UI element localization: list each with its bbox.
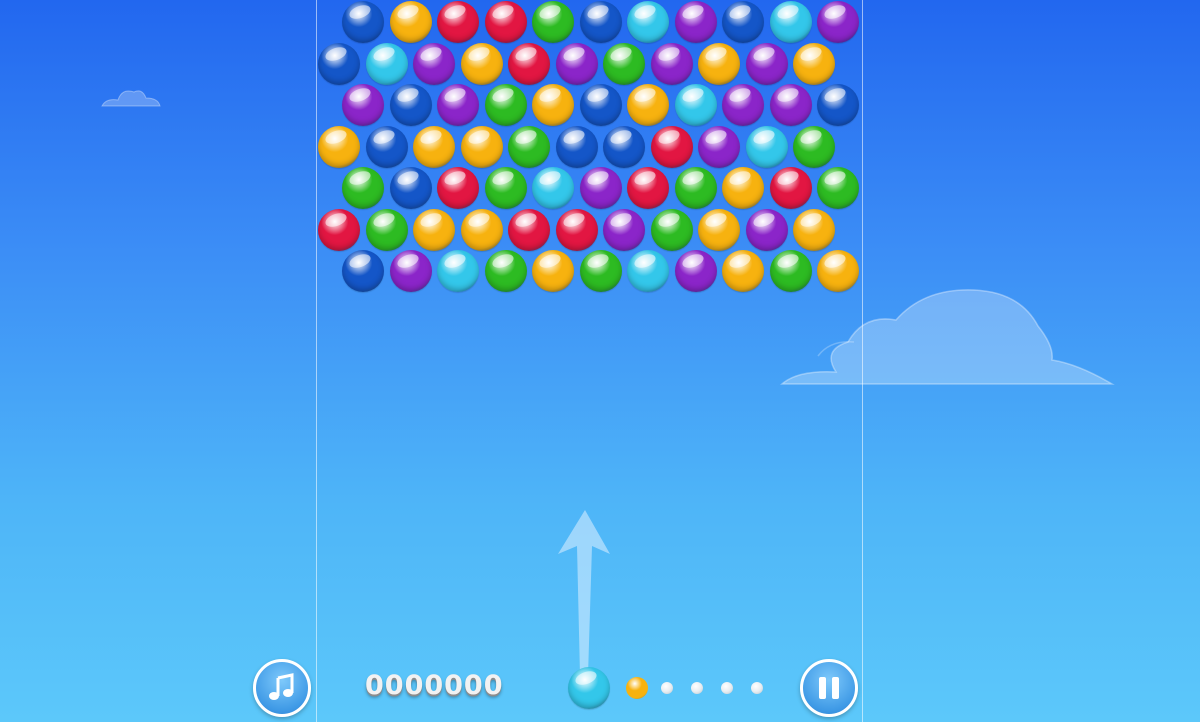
bubble-yellow bbox=[460, 208, 503, 251]
bubble-blue bbox=[555, 125, 598, 168]
bubble-yellow bbox=[389, 1, 432, 43]
bubble-purple bbox=[650, 42, 693, 85]
music-toggle-button[interactable] bbox=[253, 659, 311, 717]
bubble-purple bbox=[389, 250, 432, 292]
bubble-green bbox=[484, 84, 527, 126]
bubble-blue bbox=[722, 1, 764, 43]
bubble-yellow bbox=[318, 125, 360, 168]
playfield-left-border bbox=[316, 0, 317, 722]
bubble-purple bbox=[437, 84, 479, 126]
bubble-purple bbox=[603, 208, 645, 251]
queue-dot bbox=[661, 682, 673, 694]
bubble-red bbox=[508, 208, 550, 251]
bubble-cyan bbox=[627, 1, 669, 43]
bubble-blue bbox=[603, 125, 645, 168]
queue-dot bbox=[691, 682, 703, 694]
bubble-green bbox=[508, 125, 550, 168]
bubble-green bbox=[484, 250, 527, 292]
bubble-green bbox=[532, 1, 574, 43]
aim-arrow-icon bbox=[558, 510, 610, 676]
bubble-red bbox=[650, 125, 693, 168]
bubble-red bbox=[769, 167, 812, 209]
small-cloud bbox=[101, 90, 161, 107]
bubble-cyan bbox=[745, 125, 788, 168]
bubble-green bbox=[484, 167, 527, 209]
bubble-blue bbox=[389, 84, 432, 126]
bubble-blue bbox=[318, 42, 360, 85]
bubble-yellow bbox=[793, 42, 835, 85]
bubble-yellow bbox=[793, 208, 835, 251]
pause-button[interactable] bbox=[800, 659, 858, 717]
bubble-yellow bbox=[722, 250, 764, 292]
shooter-bubble[interactable] bbox=[568, 667, 610, 709]
large-cloud bbox=[780, 289, 1115, 385]
bubble-purple bbox=[769, 84, 812, 126]
bubble-purple bbox=[555, 42, 598, 85]
bubble-blue bbox=[389, 167, 432, 209]
bubble-purple bbox=[745, 208, 788, 251]
bubble-green bbox=[579, 250, 622, 292]
bubble-yellow bbox=[722, 167, 764, 209]
bubble-yellow bbox=[698, 42, 740, 85]
bubble-red bbox=[508, 42, 550, 85]
bubble-yellow bbox=[413, 125, 455, 168]
queue-dot bbox=[751, 682, 763, 694]
bubble-yellow bbox=[413, 208, 455, 251]
bubble-blue bbox=[365, 125, 408, 168]
bubble-purple bbox=[745, 42, 788, 85]
bubble-yellow bbox=[460, 42, 503, 85]
bubble-cyan bbox=[437, 250, 479, 292]
bubble-purple bbox=[674, 250, 717, 292]
bubble-green bbox=[342, 167, 384, 209]
bubble-yellow bbox=[817, 250, 859, 292]
bubble-red bbox=[437, 1, 479, 43]
bubble-yellow bbox=[532, 250, 574, 292]
bubble-red bbox=[627, 167, 669, 209]
bubble-purple bbox=[579, 167, 622, 209]
music-note-icon bbox=[269, 673, 294, 700]
bubble-red bbox=[318, 208, 360, 251]
bubble-red bbox=[437, 167, 479, 209]
bubble-cyan bbox=[769, 1, 812, 43]
bubble-purple bbox=[698, 125, 740, 168]
bubble-red bbox=[555, 208, 598, 251]
next-bubble-yellow bbox=[626, 677, 648, 699]
bubble-yellow bbox=[460, 125, 503, 168]
bubble-purple bbox=[342, 84, 384, 126]
bubble-cyan bbox=[674, 84, 717, 126]
bubble-cyan bbox=[365, 42, 408, 85]
bubble-green bbox=[769, 250, 812, 292]
bubble-purple bbox=[674, 1, 717, 43]
bubble-blue bbox=[579, 84, 622, 126]
bubble-blue bbox=[579, 1, 622, 43]
game-stage[interactable]: 0000000 bbox=[0, 0, 1200, 722]
bubble-blue bbox=[817, 84, 859, 126]
playfield-right-border bbox=[862, 0, 863, 722]
bubble-green bbox=[603, 42, 645, 85]
bubble-purple bbox=[722, 84, 764, 126]
bubble-purple bbox=[413, 42, 455, 85]
pause-icon bbox=[819, 677, 839, 699]
bubble-blue bbox=[342, 1, 384, 43]
bubble-green bbox=[817, 167, 859, 209]
bubble-yellow bbox=[627, 84, 669, 126]
bubble-yellow bbox=[532, 84, 574, 126]
queue-dot bbox=[721, 682, 733, 694]
score-counter: 0000000 bbox=[365, 670, 504, 701]
bubble-green bbox=[674, 167, 717, 209]
bubble-green bbox=[793, 125, 835, 168]
bubble-cyan bbox=[627, 250, 669, 292]
bubble-cyan bbox=[532, 167, 574, 209]
bubble-purple bbox=[817, 1, 859, 43]
bubble-red bbox=[484, 1, 527, 43]
bubble-yellow bbox=[698, 208, 740, 251]
bubble-blue bbox=[342, 250, 384, 292]
bubble-green bbox=[365, 208, 408, 251]
bubble-green bbox=[650, 208, 693, 251]
